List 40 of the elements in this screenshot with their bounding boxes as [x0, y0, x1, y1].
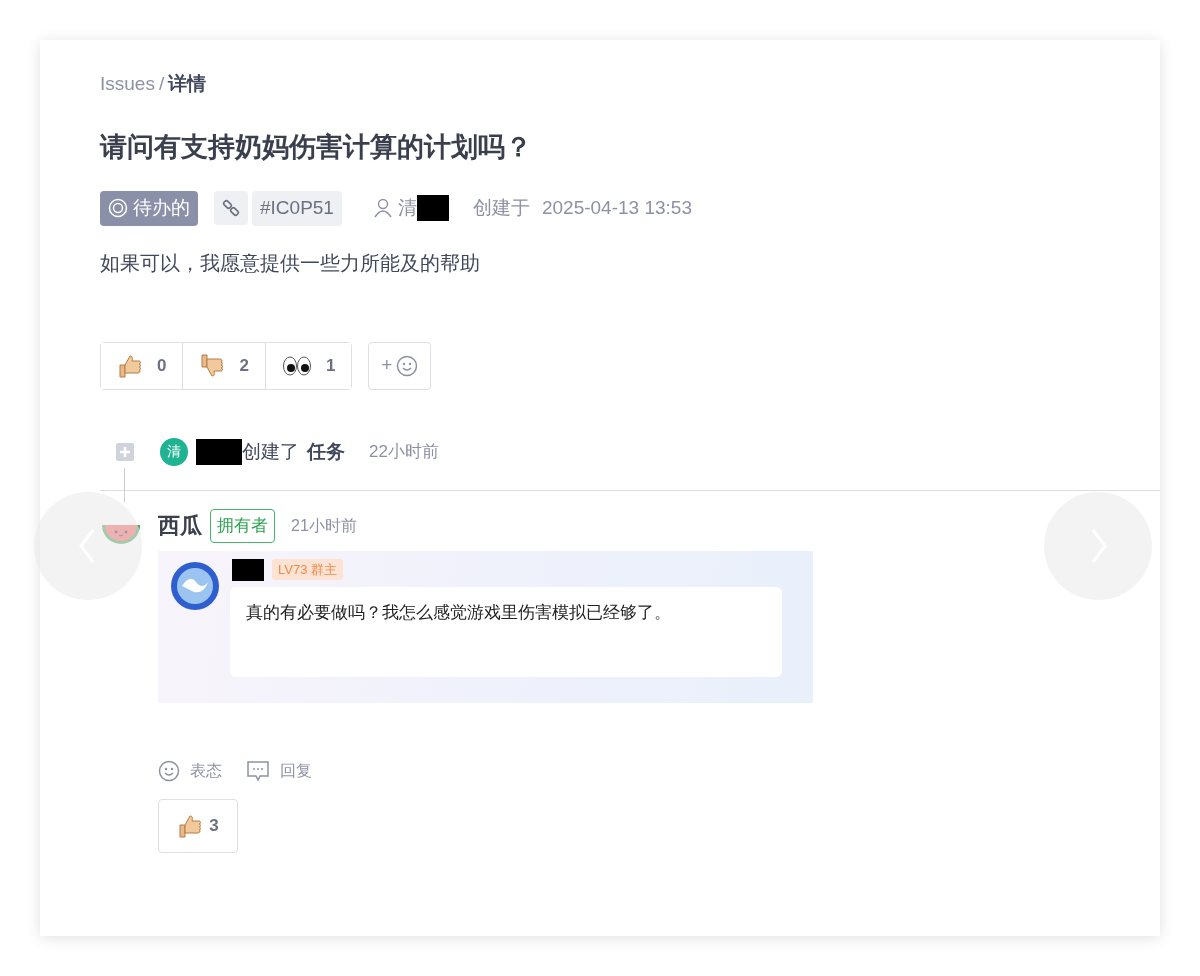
- issue-body: 如果可以，我愿意提供一些力所能及的帮助: [100, 250, 481, 276]
- smiley-icon: [158, 759, 180, 782]
- comment-time: 21小时前: [291, 515, 357, 536]
- add-reaction-button[interactable]: +: [368, 341, 432, 390]
- globe-avatar: [170, 560, 220, 611]
- smiley-icon: [396, 354, 419, 377]
- avatar: 清: [160, 437, 188, 466]
- plus-square-icon: [116, 442, 134, 461]
- breadcrumb-separator: /: [158, 72, 165, 96]
- reaction-button[interactable]: 1: [264, 342, 352, 389]
- issue-title: 请问有支持奶妈伤害计算的计划吗？: [100, 130, 533, 164]
- user-icon: [373, 198, 392, 219]
- comment-icon: [246, 759, 270, 782]
- redaction-mark: [232, 558, 264, 581]
- redaction-mark: [416, 195, 449, 222]
- thumbs-up-icon: [117, 352, 143, 379]
- created-label: 创建于: [472, 196, 530, 220]
- reaction-button[interactable]: 3: [158, 798, 238, 853]
- owner-badge: 拥有者: [210, 509, 275, 543]
- target-icon: [108, 198, 128, 219]
- created-date: 2025-04-13 13:53: [541, 196, 692, 220]
- message-text: 真的有必要做吗？我怎么感觉游戏里伤害模拟已经够了。: [230, 586, 782, 677]
- comment-author: 西瓜: [158, 512, 202, 541]
- level-badge: LV73 群主: [272, 558, 343, 581]
- issue-number: #IC0P51: [252, 191, 342, 226]
- status-badge: 待办的: [100, 191, 198, 226]
- eyes-icon: [281, 354, 312, 377]
- event-action: 创建了: [242, 439, 299, 464]
- redaction-mark: [196, 438, 242, 465]
- event-object: 任务: [307, 439, 345, 464]
- event-time: 22小时前: [369, 441, 439, 463]
- breadcrumb-current: 详情: [168, 72, 207, 96]
- author-name: 清: [397, 196, 417, 220]
- thumbs-down-icon: [199, 352, 226, 379]
- react-button[interactable]: 表态: [158, 758, 222, 783]
- link-button[interactable]: [214, 191, 248, 226]
- link-icon: [222, 199, 240, 218]
- breadcrumb-link[interactable]: Issues: [100, 70, 155, 99]
- thumbs-up-icon: [177, 812, 204, 839]
- reply-button[interactable]: 回复: [246, 758, 312, 783]
